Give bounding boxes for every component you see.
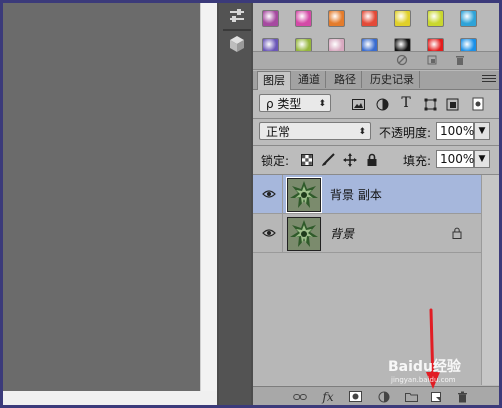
watermark-logo: Baidu经验: [388, 359, 461, 375]
watermark-url: jingyan.baidu.com: [391, 376, 456, 384]
red-arrow-annotation: [426, 308, 440, 389]
